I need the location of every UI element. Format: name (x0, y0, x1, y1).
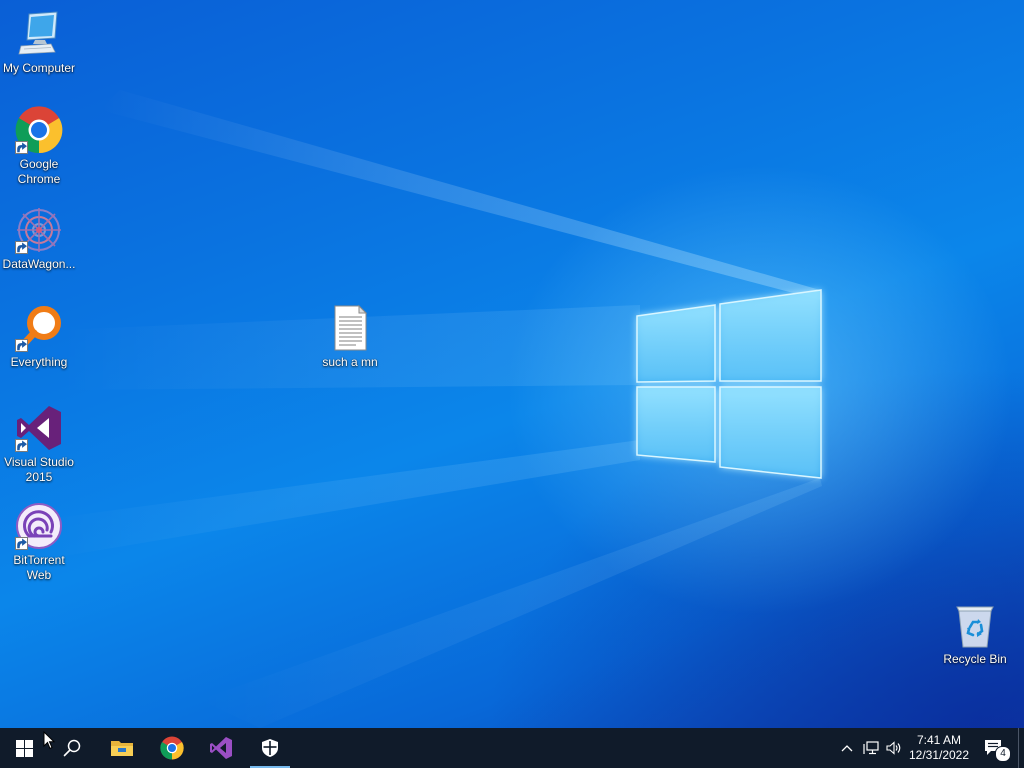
text-file-icon (326, 304, 374, 352)
recycle-bin-icon (951, 601, 999, 649)
taskbar-google-chrome[interactable] (148, 728, 196, 768)
desktop-background[interactable]: My Computer Google Chrome DataWagon... E… (0, 0, 1024, 728)
search-icon (63, 739, 81, 757)
taskbar: 7:41 AM 12/31/2022 4 (0, 728, 1024, 768)
action-center-button[interactable]: 4 (978, 728, 1011, 768)
shortcut-arrow-icon (15, 141, 28, 154)
desktop-icon-label: My Computer (2, 61, 76, 75)
chevron-up-icon (841, 745, 853, 752)
taskbar-windows-security[interactable] (246, 728, 294, 768)
folder-icon (111, 741, 133, 756)
network-tray-button[interactable] (859, 728, 883, 768)
volume-icon (886, 741, 901, 755)
computer-icon (15, 10, 63, 58)
desktop-icon-text-file[interactable]: such a mn (311, 304, 389, 370)
show-desktop-button[interactable] (1018, 728, 1024, 768)
desktop-icon-label: BitTorrent Web (13, 553, 65, 582)
volume-tray-button[interactable] (883, 728, 905, 768)
visual-studio-icon (15, 404, 63, 452)
clock-date: 12/31/2022 (908, 748, 970, 762)
desktop-icon-label: DataWagon... (2, 257, 76, 271)
desktop-icon-bittorrent-web[interactable]: BitTorrent Web (0, 502, 78, 583)
shield-icon (262, 739, 278, 757)
clock-time: 7:41 AM (916, 733, 962, 747)
windows-start-icon (15, 739, 33, 757)
chrome-icon (160, 736, 184, 760)
show-hidden-icons-button[interactable] (836, 728, 858, 768)
datawagon-icon (15, 206, 63, 254)
taskbar-file-explorer[interactable] (98, 728, 146, 768)
notification-count-badge: 4 (995, 746, 1011, 762)
desktop-icon-google-chrome[interactable]: Google Chrome (0, 106, 78, 187)
mouse-cursor-icon (43, 731, 56, 750)
taskbar-clock[interactable]: 7:41 AM 12/31/2022 (904, 728, 974, 768)
desktop-icon-label: Recycle Bin (943, 652, 1007, 666)
desktop-icon-visual-studio-2015[interactable]: Visual Studio 2015 (0, 404, 78, 485)
windows-logo-wallpaper (636, 289, 822, 479)
shortcut-arrow-icon (15, 439, 28, 452)
chrome-icon (15, 106, 63, 154)
desktop-icon-datawagon[interactable]: DataWagon... (0, 206, 78, 272)
shortcut-arrow-icon (15, 537, 28, 550)
shortcut-arrow-icon (15, 241, 28, 254)
taskbar-visual-studio[interactable] (197, 728, 245, 768)
visual-studio-icon (210, 737, 232, 759)
desktop-icon-recycle-bin[interactable]: Recycle Bin (936, 601, 1014, 667)
start-button[interactable] (0, 728, 48, 768)
desktop-icon-label: such a mn (322, 355, 378, 369)
network-icon (863, 741, 879, 755)
desktop-icon-everything[interactable]: Everything (0, 304, 78, 370)
shortcut-arrow-icon (15, 339, 28, 352)
bittorrent-icon (15, 502, 63, 550)
desktop-icon-my-computer[interactable]: My Computer (0, 10, 78, 76)
desktop-icon-label: Google Chrome (17, 157, 61, 186)
desktop-icon-label: Visual Studio 2015 (4, 455, 74, 484)
everything-search-icon (15, 304, 63, 352)
